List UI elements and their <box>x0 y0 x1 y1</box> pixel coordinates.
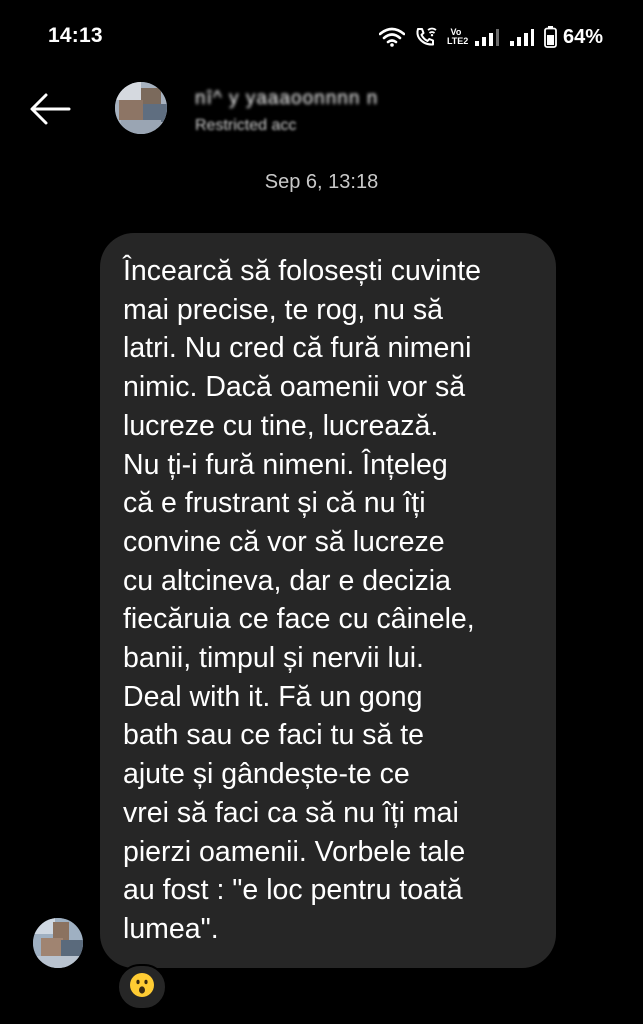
battery-icon <box>544 26 557 48</box>
battery-percent: 64% <box>562 25 603 48</box>
message-text: Încearcă să folosești cuvinte mai precis… <box>123 255 482 945</box>
status-time: 14:13 <box>48 24 103 47</box>
contact-subtitle: Restricted acc <box>195 117 297 134</box>
arrow-left-icon <box>30 93 71 125</box>
sender-avatar[interactable] <box>33 918 83 968</box>
back-button[interactable] <box>28 90 72 128</box>
chat-header: nî^ y yaaaoonnnn n Restricted acc <box>0 76 643 146</box>
contact-name[interactable]: nî^ y yaaaoonnnn n <box>195 88 378 110</box>
status-bar: 14:13 Vo LTE2 64% <box>0 0 643 76</box>
message-timestamp: Sep 6, 13:18 <box>264 171 379 193</box>
avatar[interactable] <box>115 82 167 134</box>
wifi-icon <box>378 27 405 47</box>
reaction-badge[interactable] <box>117 964 167 1010</box>
surprised-face-icon <box>129 972 155 1003</box>
wifi-call-icon <box>414 26 438 48</box>
message-bubble[interactable]: Încearcă să folosești cuvinte mai precis… <box>100 233 556 968</box>
volte-icon: Vo LTE2 <box>446 27 469 46</box>
signal-icon <box>474 27 500 47</box>
signal-icon <box>509 27 535 47</box>
status-icons: Vo LTE2 64% <box>378 25 603 49</box>
